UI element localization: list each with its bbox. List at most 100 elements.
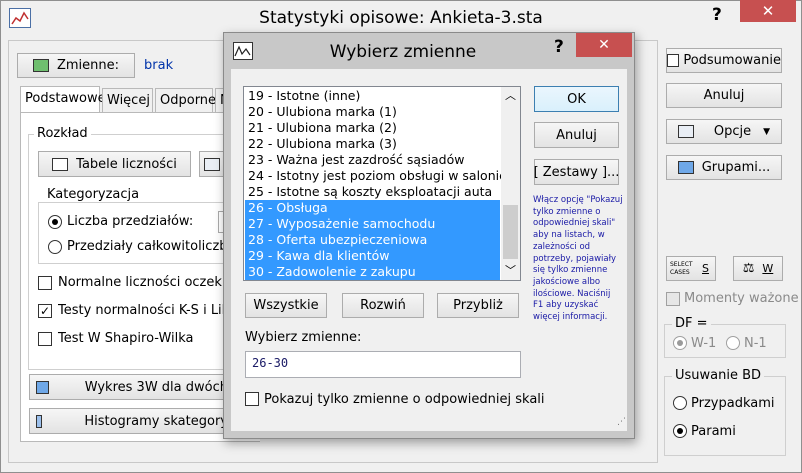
weight-button[interactable]: ⚖ W: [733, 256, 783, 281]
variables-button[interactable]: Zmienne:: [17, 53, 135, 78]
tab-wiecej[interactable]: Więcej: [102, 88, 153, 113]
variable-list-item[interactable]: 23 - Ważna jest zazdrość sąsiadów: [245, 152, 500, 168]
options-icon: [677, 125, 694, 138]
right-cancel-button[interactable]: Anuluj: [666, 83, 782, 108]
only-scale-label: Pokazuj tylko zmienne o odpowiedniej ska…: [264, 392, 545, 407]
chk-shapiro[interactable]: [38, 332, 52, 346]
variable-list-item[interactable]: 20 - Ulubiona marka (1): [245, 104, 500, 120]
radio-df-n1[interactable]: [726, 336, 740, 350]
variable-list-item[interactable]: 24 - Istotny jest poziom obsługi w salon…: [245, 168, 507, 184]
dialog-close-icon: ✕: [598, 37, 610, 53]
df-n1-label: N-1: [744, 336, 767, 351]
casewise-label: Przypadkami: [691, 396, 775, 411]
summary-button[interactable]: Podsumowanie: [666, 48, 782, 73]
select-input[interactable]: 26-30: [245, 351, 521, 378]
chk-expected[interactable]: [38, 276, 52, 290]
chk-weighted-moments[interactable]: [666, 292, 680, 306]
variable-list[interactable]: 19 - Istotne (inne) 20 - Ulubiona marka (…: [243, 86, 521, 281]
dialog-cancel-label: Anuluj: [556, 127, 597, 143]
radio-df-w1[interactable]: [673, 336, 687, 350]
variable-list-item[interactable]: 27 - Wyposażenie samochodu: [245, 216, 500, 232]
df-label: DF =: [672, 316, 711, 331]
histograms-button[interactable]: Histogramy skategory: [29, 408, 228, 434]
plot3d-button[interactable]: Wykres 3W dla dwóch: [29, 374, 228, 400]
variable-list-item[interactable]: 26 - Obsługa: [245, 200, 500, 216]
scroll-up-icon[interactable]: ︿: [501, 87, 520, 105]
select-cases-label: SELECT CASES: [670, 260, 693, 276]
sets-label: [ Zestawy ]...: [533, 164, 620, 180]
chk-shapiro-label: Test W Shapiro-Wilka: [58, 331, 194, 346]
variable-list-item[interactable]: 22 - Ulubiona marka (3): [245, 136, 500, 152]
radio-pairwise[interactable]: [673, 424, 687, 438]
dialog-close-button[interactable]: ✕: [576, 33, 632, 57]
dialog-cancel-button[interactable]: Anuluj: [534, 122, 619, 148]
options-label: Opcje: [713, 124, 752, 139]
frequency-tables-button[interactable]: Tabele liczności: [38, 151, 191, 177]
radio-whole-intervals[interactable]: [48, 240, 62, 254]
groups-icon: [677, 161, 694, 174]
tab-podstawowe-label: Podstawowe: [25, 91, 106, 106]
expand-label: Rozwiń: [360, 298, 406, 313]
sets-button[interactable]: [ Zestawy ]...: [534, 159, 619, 185]
tab-odporne[interactable]: Odporne: [155, 88, 217, 113]
options-button[interactable]: Opcje ▼: [666, 119, 782, 144]
pairwise-label: Parami: [691, 424, 736, 439]
summary-icon: [667, 54, 680, 67]
distribution-label: Rozkład: [34, 126, 91, 141]
frequency-tables-label: Tabele liczności: [76, 156, 177, 172]
weighted-moments-label: Momenty ważone: [684, 291, 799, 306]
histograms-icon: [36, 414, 43, 428]
variable-list-item[interactable]: 21 - Ulubiona marka (2): [245, 120, 500, 136]
zoom-button[interactable]: Przybliż: [437, 293, 519, 318]
scroll-thumb[interactable]: [503, 205, 518, 259]
categorization-group: [38, 202, 238, 264]
chk-normality[interactable]: ✓: [38, 304, 52, 318]
tab-wiecej-label: Więcej: [107, 93, 150, 108]
variables-icon: [32, 59, 49, 72]
right-cancel-label: Anuluj: [703, 88, 745, 103]
dialog-ok-button[interactable]: OK: [534, 86, 619, 112]
window-close-button[interactable]: ✕: [740, 0, 796, 22]
radio-intervals[interactable]: [48, 215, 62, 229]
df-w1-label: W-1: [691, 336, 717, 351]
variable-list-item[interactable]: 30 - Zadowolenie z zakupu: [245, 264, 500, 280]
radio-intervals-label: Liczba przedziałów:: [67, 214, 194, 229]
dialog-help-button[interactable]: ?: [554, 37, 564, 57]
histogram-button[interactable]: [199, 151, 225, 177]
groups-button[interactable]: Grupami...: [666, 155, 782, 180]
close-icon: ✕: [761, 2, 775, 20]
summary-label: Podsumowanie: [683, 53, 781, 68]
chk-normality-label: Testy normalności K-S i Lilli: [58, 303, 224, 318]
plot3d-label: Wykres 3W dla dwóch: [84, 379, 228, 395]
select-label: Wybierz zmienne:: [245, 330, 362, 345]
variable-list-item[interactable]: 19 - Istotne (inne): [245, 88, 500, 104]
hint-text: Włącz opcję "Pokazuj tylko zmienne o odp…: [533, 195, 623, 323]
zoom-label: Przybliż: [453, 298, 503, 313]
variable-list-item[interactable]: 25 - Istotne są koszty eksploatacji auta: [245, 184, 500, 200]
variable-list-item[interactable]: 29 - Kawa dla klientów: [245, 248, 500, 264]
chk-only-scale[interactable]: [245, 392, 259, 406]
histogram-icon: [204, 157, 220, 171]
help-button[interactable]: ?: [712, 5, 722, 25]
dialog-title: Wybierz zmienne: [329, 42, 477, 62]
variable-list-item[interactable]: 28 - Oferta ubezpieczeniowa: [245, 232, 500, 248]
resize-grip-icon[interactable]: ⋰: [617, 417, 627, 427]
tab-odporne-label: Odporne: [160, 93, 217, 108]
scroll-down-icon[interactable]: ﹀: [501, 262, 520, 280]
select-cases-button[interactable]: SELECT CASES S: [666, 256, 716, 281]
histograms-label: Histogramy skategory: [84, 413, 228, 429]
window-title: Statystyki opisowe: Ankieta-3.sta: [259, 8, 543, 28]
radio-casewise[interactable]: [673, 396, 687, 410]
variables-button-label: Zmienne:: [56, 58, 120, 73]
chevron-down-icon: ▼: [763, 126, 771, 137]
tab-podstawowe[interactable]: Podstawowe: [20, 86, 106, 113]
list-scrollbar[interactable]: ︿ ﹀: [501, 87, 520, 280]
all-button[interactable]: Wszystkie: [245, 293, 327, 318]
all-label: Wszystkie: [253, 298, 319, 313]
categorization-label: Kategoryzacja: [44, 187, 143, 202]
expand-button[interactable]: Rozwiń: [342, 293, 424, 318]
variables-value: brak: [144, 58, 174, 73]
w-label: W: [762, 262, 774, 275]
variable-list-rows: 19 - Istotne (inne) 20 - Ulubiona marka (…: [245, 88, 507, 280]
table-icon: [52, 157, 69, 171]
